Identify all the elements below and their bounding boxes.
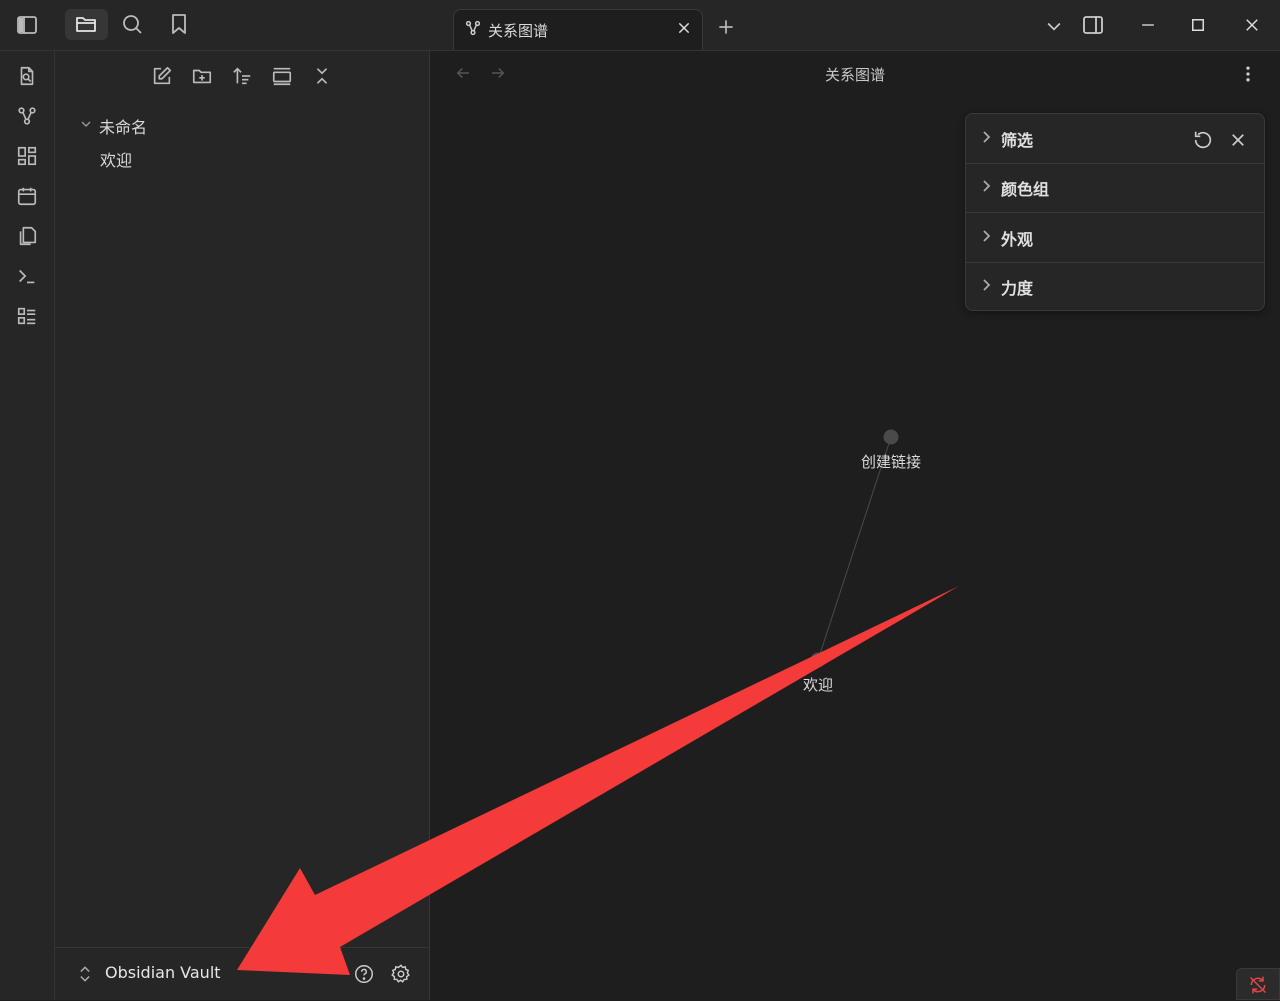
section-label: 筛选 [1001, 131, 1034, 150]
graph-node-label: 欢迎 [802, 676, 833, 694]
command-palette-icon[interactable] [15, 264, 39, 288]
sync-off-icon [1246, 973, 1270, 997]
section-label: 颜色组 [1001, 180, 1050, 199]
window-close-icon[interactable] [1240, 13, 1264, 37]
sidebar-toggle-icon[interactable] [15, 13, 39, 37]
reset-icon[interactable] [1191, 128, 1215, 152]
right-sidebar-toggle-icon[interactable] [1081, 13, 1105, 37]
section-display[interactable]: 外观 [966, 213, 1264, 263]
graph-node-label: 创建链接 [860, 453, 921, 471]
graph-node[interactable] [883, 429, 899, 445]
new-tab-icon[interactable] [714, 15, 738, 39]
section-label: 力度 [1001, 279, 1034, 298]
vault-switcher-chevron-icon[interactable] [73, 962, 97, 986]
tab-graph[interactable]: 关系图谱 [453, 9, 703, 50]
tab-title: 关系图谱 [488, 22, 549, 40]
help-icon[interactable] [352, 962, 376, 986]
maximize-icon[interactable] [1186, 13, 1210, 37]
chevron-right-icon [983, 131, 991, 143]
section-filters[interactable]: 筛选 [966, 114, 1264, 164]
folder-item[interactable]: 未命名 [99, 114, 147, 138]
quick-switcher-icon[interactable] [15, 64, 39, 88]
settings-gear-icon[interactable] [389, 962, 413, 986]
sort-icon[interactable] [230, 64, 254, 88]
folder-icon [74, 12, 98, 36]
file-explorer-sidebar [55, 51, 430, 1000]
auto-reveal-icon[interactable] [270, 64, 294, 88]
canvas-icon[interactable] [15, 144, 39, 168]
new-folder-icon[interactable] [190, 64, 214, 88]
section-label: 外观 [1001, 230, 1034, 249]
collapse-all-icon[interactable] [310, 64, 334, 88]
minimize-icon[interactable] [1136, 13, 1160, 37]
graph-node[interactable] [810, 652, 826, 668]
vault-name[interactable]: Obsidian Vault [105, 963, 221, 982]
close-tab-icon[interactable] [674, 18, 694, 38]
section-groups[interactable]: 颜色组 [966, 163, 1264, 213]
tab-list-chevron-icon[interactable] [1042, 14, 1066, 38]
chevron-right-icon [983, 230, 991, 242]
panel-close-icon[interactable] [1226, 128, 1250, 152]
calendar-icon[interactable] [15, 184, 39, 208]
new-note-icon[interactable] [150, 64, 174, 88]
bookmark-icon[interactable] [167, 12, 191, 36]
file-item[interactable]: 欢迎 [100, 147, 132, 171]
graph-tab-icon [463, 18, 483, 38]
templates-icon[interactable] [15, 224, 39, 248]
section-forces[interactable]: 力度 [966, 262, 1264, 311]
outline-icon[interactable] [15, 304, 39, 328]
sync-status-button[interactable] [1236, 968, 1280, 1000]
chevron-right-icon [983, 279, 991, 291]
folder-expand-chevron-icon[interactable] [74, 112, 98, 136]
chevron-right-icon [983, 180, 991, 192]
graph-settings-panel: 筛选 颜色组 外观 力度 [965, 113, 1265, 311]
search-icon[interactable] [120, 12, 144, 36]
graph-view-icon[interactable] [15, 104, 39, 128]
